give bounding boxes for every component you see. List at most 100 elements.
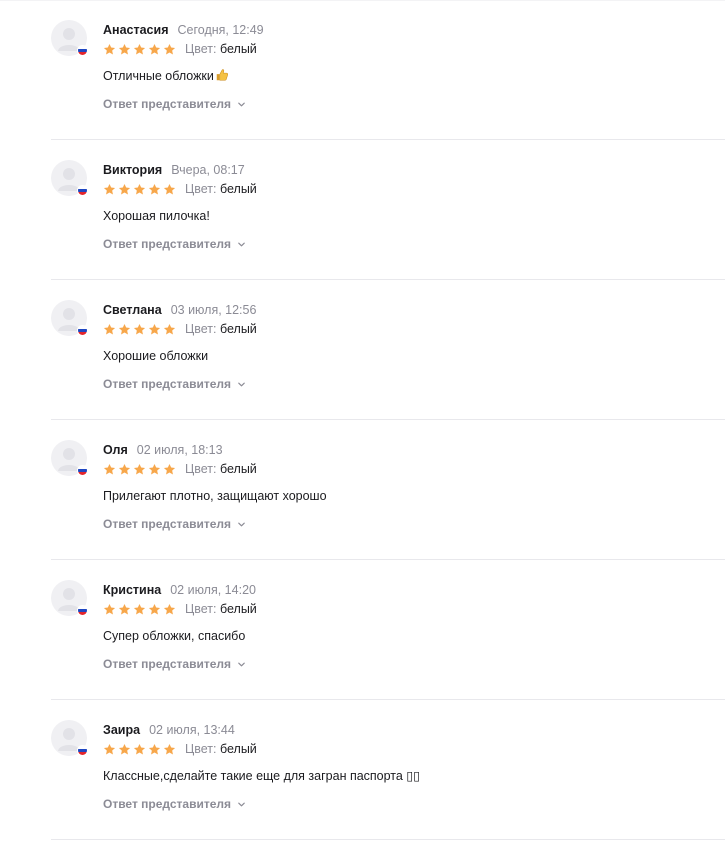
representative-reply-toggle[interactable]: Ответ представителя xyxy=(103,797,246,811)
review-date: 02 июля, 13:44 xyxy=(149,723,235,737)
review-date: 03 июля, 12:56 xyxy=(170,303,257,317)
review-text: Хорошая пилочка! xyxy=(103,208,210,224)
review-date: Сегодня, 12:49 xyxy=(177,23,264,37)
variant-value: белый xyxy=(219,602,257,616)
variant-value: белый xyxy=(219,42,257,56)
variant-value: белый xyxy=(219,742,257,756)
representative-reply-toggle[interactable]: Ответ представителя xyxy=(103,657,246,671)
star-filled-icon xyxy=(163,43,176,54)
star-filled-icon xyxy=(103,743,116,754)
review-text-content: Хорошая пилочка! xyxy=(103,209,210,223)
star-filled-icon xyxy=(148,463,161,474)
review-item: Виктория Вчера, 08:17 Цвет: белый Хорошая… xyxy=(51,140,725,280)
representative-reply-toggle[interactable]: Ответ представителя xyxy=(103,97,246,111)
avatar[interactable] xyxy=(51,300,88,336)
review-item: Кристина 02 июля, 14:20 Цвет: белый Супер… xyxy=(51,560,725,700)
review-author[interactable]: Заира xyxy=(103,723,140,737)
avatar[interactable] xyxy=(51,20,88,56)
rating-stars xyxy=(103,463,176,476)
chevron-down-icon xyxy=(238,102,245,106)
star-filled-icon xyxy=(118,603,131,614)
review-variant: Цвет: белый xyxy=(185,602,257,616)
review-date: 02 июля, 18:13 xyxy=(136,443,223,457)
chevron-down-icon xyxy=(238,382,245,386)
variant-label: Цвет: xyxy=(185,602,217,616)
star-filled-icon xyxy=(163,743,176,754)
star-filled-icon xyxy=(118,183,131,194)
star-filled-icon xyxy=(163,463,176,474)
review-text: Хорошие обложки xyxy=(103,348,208,364)
reply-toggle-label: Ответ представителя xyxy=(103,797,232,811)
reply-toggle-label: Ответ представителя xyxy=(103,97,232,111)
representative-reply-toggle[interactable]: Ответ представителя xyxy=(103,237,246,251)
rating-stars xyxy=(103,743,176,756)
star-filled-icon xyxy=(148,743,161,754)
rating-stars xyxy=(103,43,176,56)
star-filled-icon xyxy=(148,183,161,194)
review-text-content: Супер обложки, спасибо xyxy=(103,629,246,643)
review-author[interactable]: Светлана xyxy=(103,303,162,317)
star-filled-icon xyxy=(103,463,116,474)
star-filled-icon xyxy=(103,183,116,194)
review-text-content: Прилегают плотно, защищают хорошо xyxy=(103,489,327,503)
review-list: Анастасия Сегодня, 12:49 Цвет: белый Отли… xyxy=(0,0,725,840)
reply-toggle-label: Ответ представителя xyxy=(103,377,232,391)
review-text: Отличные обложки xyxy=(103,68,229,86)
variant-label: Цвет: xyxy=(185,742,217,756)
review-text: Супер обложки, спасибо xyxy=(103,628,245,644)
review-date: Вчера, 08:17 xyxy=(171,163,245,177)
variant-value: белый xyxy=(219,322,257,336)
review-variant: Цвет: белый xyxy=(185,462,257,476)
review-text-content: Хорошие обложки xyxy=(103,349,209,363)
review-variant: Цвет: белый xyxy=(185,322,257,336)
variant-value: белый xyxy=(219,462,257,476)
review-item: Анастасия Сегодня, 12:49 Цвет: белый Отли… xyxy=(51,0,725,140)
star-filled-icon xyxy=(103,603,116,614)
review-author[interactable]: Кристина xyxy=(103,583,161,597)
avatar[interactable] xyxy=(51,720,88,756)
review-text-content: Отличные обложки xyxy=(103,69,214,83)
reply-toggle-label: Ответ представителя xyxy=(103,657,232,671)
star-filled-icon xyxy=(118,323,131,334)
review-item: Оля 02 июля, 18:13 Цвет: белый Прилегают … xyxy=(51,420,725,560)
russia-flag-icon xyxy=(77,605,88,616)
review-text: Классные,сделайте такие еще для загран п… xyxy=(103,768,420,784)
avatar[interactable] xyxy=(51,160,88,196)
variant-value: белый xyxy=(219,182,257,196)
star-filled-icon xyxy=(133,183,146,194)
rating-stars xyxy=(103,323,176,336)
star-filled-icon xyxy=(133,603,146,614)
review-author[interactable]: Анастасия xyxy=(103,23,169,37)
star-filled-icon xyxy=(103,43,116,54)
review-text: Прилегают плотно, защищают хорошо xyxy=(103,488,327,504)
representative-reply-toggle[interactable]: Ответ представителя xyxy=(103,377,246,391)
avatar[interactable] xyxy=(51,580,88,616)
variant-label: Цвет: xyxy=(185,182,217,196)
star-filled-icon xyxy=(163,603,176,614)
reply-toggle-label: Ответ представителя xyxy=(103,237,232,251)
russia-flag-icon xyxy=(77,45,88,56)
star-filled-icon xyxy=(133,43,146,54)
variant-label: Цвет: xyxy=(185,322,217,336)
russia-flag-icon xyxy=(77,185,88,196)
rating-stars xyxy=(103,603,176,616)
review-author[interactable]: Оля xyxy=(103,443,128,457)
star-filled-icon xyxy=(163,183,176,194)
review-item: Заира 02 июля, 13:44 Цвет: белый Классные… xyxy=(51,700,725,840)
star-filled-icon xyxy=(133,463,146,474)
star-filled-icon xyxy=(118,743,131,754)
review-variant: Цвет: белый xyxy=(185,742,257,756)
review-item: Светлана 03 июля, 12:56 Цвет: белый Хорош… xyxy=(51,280,725,420)
thumbs-up-icon xyxy=(215,68,229,86)
review-date: 02 июля, 14:20 xyxy=(170,583,256,597)
avatar[interactable] xyxy=(51,440,88,476)
star-filled-icon xyxy=(148,43,161,54)
review-variant: Цвет: белый xyxy=(185,182,257,196)
star-filled-icon xyxy=(118,463,131,474)
review-author[interactable]: Виктория xyxy=(103,163,162,177)
review-text-content: Классные,сделайте такие еще для загран п… xyxy=(103,769,421,783)
chevron-down-icon xyxy=(238,242,245,246)
representative-reply-toggle[interactable]: Ответ представителя xyxy=(103,517,246,531)
chevron-down-icon xyxy=(238,802,245,806)
reply-toggle-label: Ответ представителя xyxy=(103,517,232,531)
